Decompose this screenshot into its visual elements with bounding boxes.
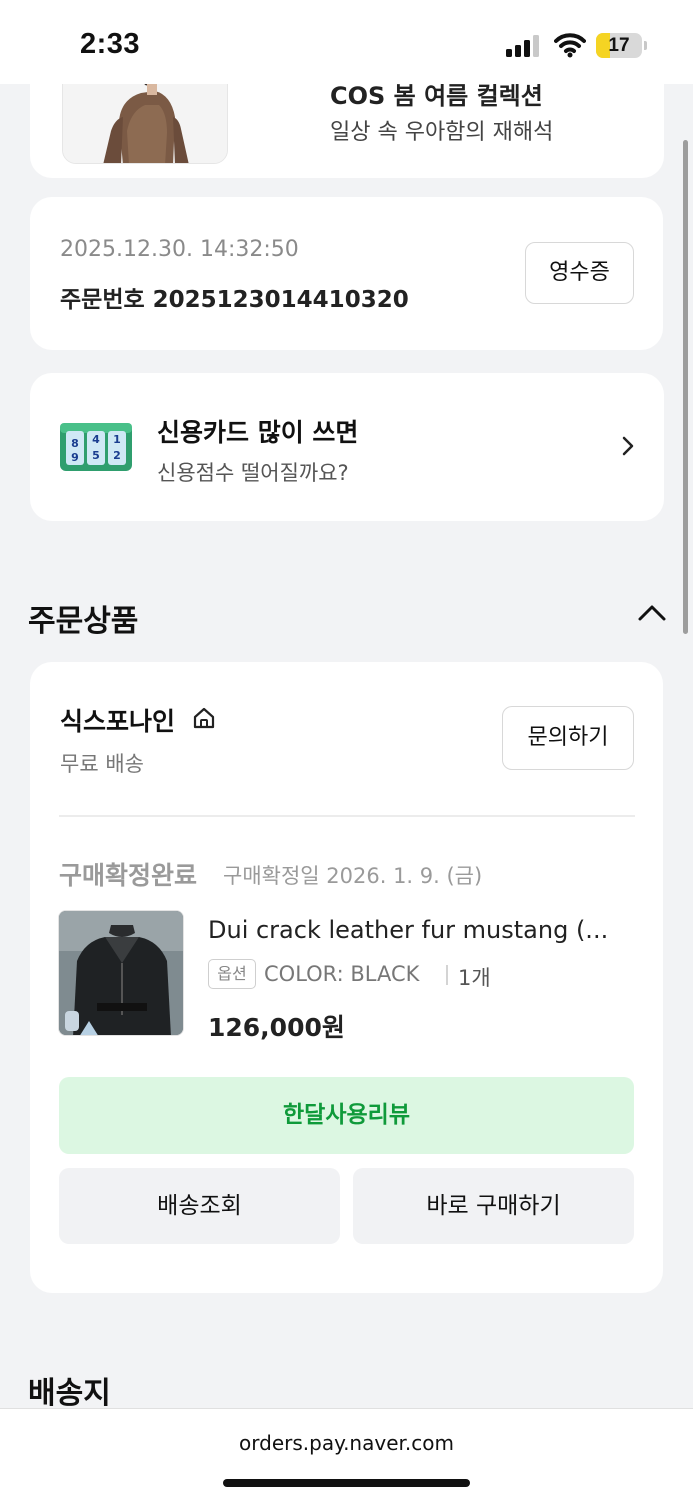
order-info-card: 2025.12.30. 14:32:50 주문번호 20251230144103…	[30, 197, 663, 350]
home-indicator[interactable]	[223, 1479, 470, 1487]
battery-level: 17	[608, 35, 630, 56]
option-badge: 옵션	[208, 959, 256, 989]
svg-text:9: 9	[71, 451, 79, 464]
ordered-item-card: 식스포나인 무료 배송 문의하기 구매확정완료 구매확정일 2026. 1. 9…	[30, 662, 663, 1293]
battery-icon: 17	[596, 33, 642, 58]
product-price: 126,000원	[208, 1013, 345, 1042]
lock-icon: 8 9 4 5 1 2	[60, 423, 132, 471]
buy-again-button[interactable]: 바로 구매하기	[353, 1168, 634, 1244]
ad-title: 신용카드 많이 쓰면	[157, 418, 359, 447]
scrollbar[interactable]	[683, 140, 688, 634]
browser-url-bar[interactable]: orders.pay.naver.com	[0, 1408, 693, 1500]
order-date: 2025.12.30. 14:32:50	[60, 237, 299, 262]
product-name[interactable]: Dui crack leather fur mustang (...	[208, 916, 632, 944]
ad-subtitle: 신용점수 떨어질까요?	[157, 461, 349, 485]
svg-text:1: 1	[113, 433, 121, 446]
receipt-button[interactable]: 영수증	[525, 242, 634, 304]
product-image-art	[59, 911, 183, 1035]
option-separator	[446, 965, 448, 985]
chevron-up-icon[interactable]	[637, 604, 667, 622]
credit-ad-card[interactable]: 8 9 4 5 1 2 신용카드 많이 쓰면 신용점수 떨어질까요?	[30, 373, 664, 521]
order-status-date: 구매확정일 2026. 1. 9. (금)	[223, 864, 483, 888]
signal-icon	[506, 35, 539, 57]
chevron-right-icon	[622, 436, 634, 456]
battery-cap	[644, 41, 647, 50]
divider	[59, 815, 635, 817]
shipping-fee-label: 무료 배송	[60, 752, 144, 776]
svg-text:2: 2	[113, 449, 121, 462]
store-icon	[193, 707, 215, 729]
section-title-shipping-address: 배송지	[28, 1376, 111, 1411]
product-quantity: 1개	[458, 966, 491, 990]
svg-text:8: 8	[71, 437, 79, 450]
svg-text:5: 5	[92, 449, 100, 462]
status-time: 2:33	[80, 28, 141, 60]
product-option: COLOR: BLACK	[264, 962, 420, 986]
product-image[interactable]	[58, 910, 184, 1036]
order-status: 구매확정완료	[59, 861, 198, 890]
wifi-icon	[554, 33, 586, 58]
seller-name[interactable]: 식스포나인	[60, 702, 175, 738]
svg-text:4: 4	[92, 433, 100, 446]
status-bar: 2:33 17	[0, 0, 693, 84]
url-text[interactable]: orders.pay.naver.com	[0, 1431, 693, 1455]
section-title-ordered-items: 주문상품	[28, 604, 139, 639]
order-number: 주문번호 2025123014410320	[60, 287, 409, 313]
track-delivery-button[interactable]: 배송조회	[59, 1168, 340, 1244]
monthly-review-button[interactable]: 한달사용리뷰	[59, 1077, 634, 1154]
inquiry-button[interactable]: 문의하기	[502, 706, 634, 770]
promo-subtitle: 일상 속 우아함의 재해석	[330, 120, 554, 145]
